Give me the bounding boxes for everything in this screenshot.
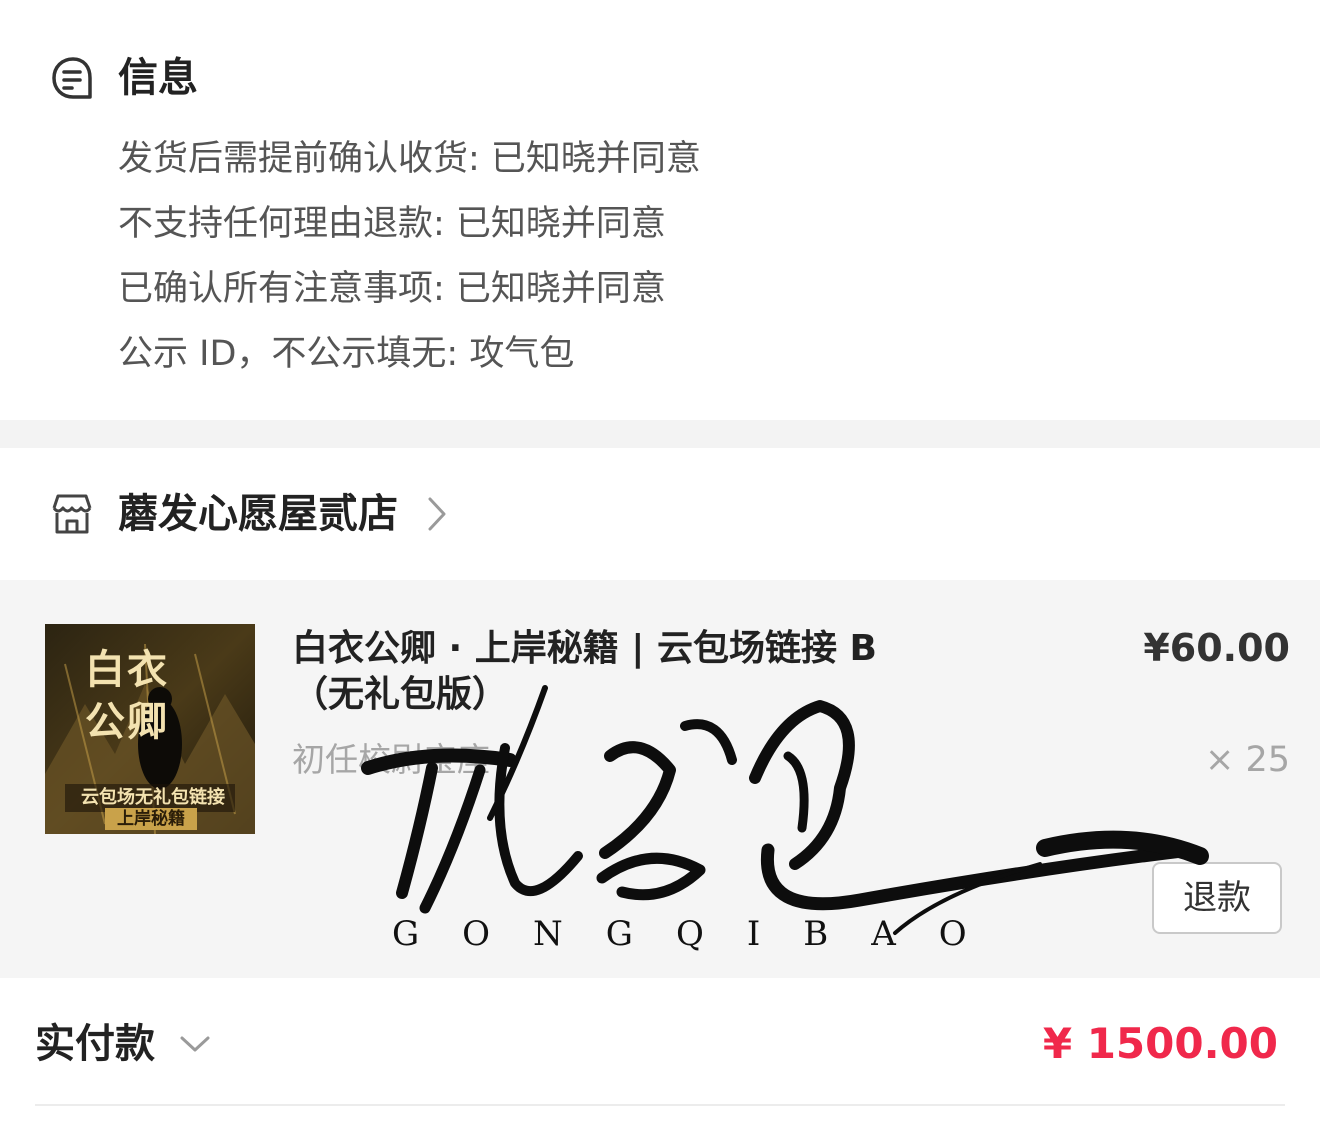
chevron-right-icon bbox=[428, 497, 446, 531]
thumbnail-title-text: 白衣公卿 bbox=[85, 646, 169, 745]
product-title-line2: （无礼包版） bbox=[292, 674, 509, 715]
paid-amount: ¥ 1500.00 bbox=[1042, 1019, 1278, 1068]
info-line-notices: 已确认所有注意事项: 已知晓并同意 bbox=[118, 269, 666, 309]
product-variant: 初任校尉宝座 bbox=[292, 740, 490, 779]
paid-label: 实付款 bbox=[35, 1021, 155, 1067]
product-title[interactable]: 白衣公卿 · 上岸秘籍 | 云包场链接 B （无礼包版） bbox=[292, 626, 952, 718]
order-info-section: 信息 发货后需提前确认收货: 已知晓并同意 不支持任何理由退款: 已知晓并同意 … bbox=[0, 0, 1320, 420]
info-title: 信息 bbox=[118, 55, 198, 101]
info-line-confirm-receipt: 发货后需提前确认收货: 已知晓并同意 bbox=[118, 139, 701, 179]
watermark-latin-text: GONGQIBAO bbox=[392, 914, 1010, 954]
info-line-public-id: 公示 ID，不公示填无: 攻气包 bbox=[118, 334, 575, 374]
thumbnail-banner-text: 上岸秘籍 bbox=[117, 809, 185, 829]
store-name: 蘑发心愿屋贰店 bbox=[118, 491, 398, 537]
paid-amount-row[interactable]: 实付款 ¥ 1500.00 bbox=[0, 978, 1320, 1122]
info-line-no-refund: 不支持任何理由退款: 已知晓并同意 bbox=[118, 204, 666, 244]
refund-button[interactable]: 退款 bbox=[1152, 862, 1282, 934]
info-chat-icon bbox=[52, 57, 92, 99]
product-thumbnail[interactable]: 白衣公卿 云包场无礼包链接 上岸秘籍 bbox=[45, 624, 255, 834]
thumbnail-subtitle-text: 云包场无礼包链接 bbox=[81, 787, 225, 808]
product-price: ¥60.00 bbox=[1143, 626, 1290, 670]
store-icon bbox=[52, 494, 92, 534]
bottom-divider bbox=[35, 1104, 1285, 1106]
section-gap bbox=[0, 420, 1320, 448]
chevron-down-icon[interactable] bbox=[178, 1034, 212, 1054]
product-title-line1: 白衣公卿 · 上岸秘籍 | 云包场链接 B bbox=[292, 628, 877, 669]
product-quantity: × 25 bbox=[1205, 740, 1290, 780]
store-header[interactable]: 蘑发心愿屋贰店 bbox=[0, 448, 1320, 580]
